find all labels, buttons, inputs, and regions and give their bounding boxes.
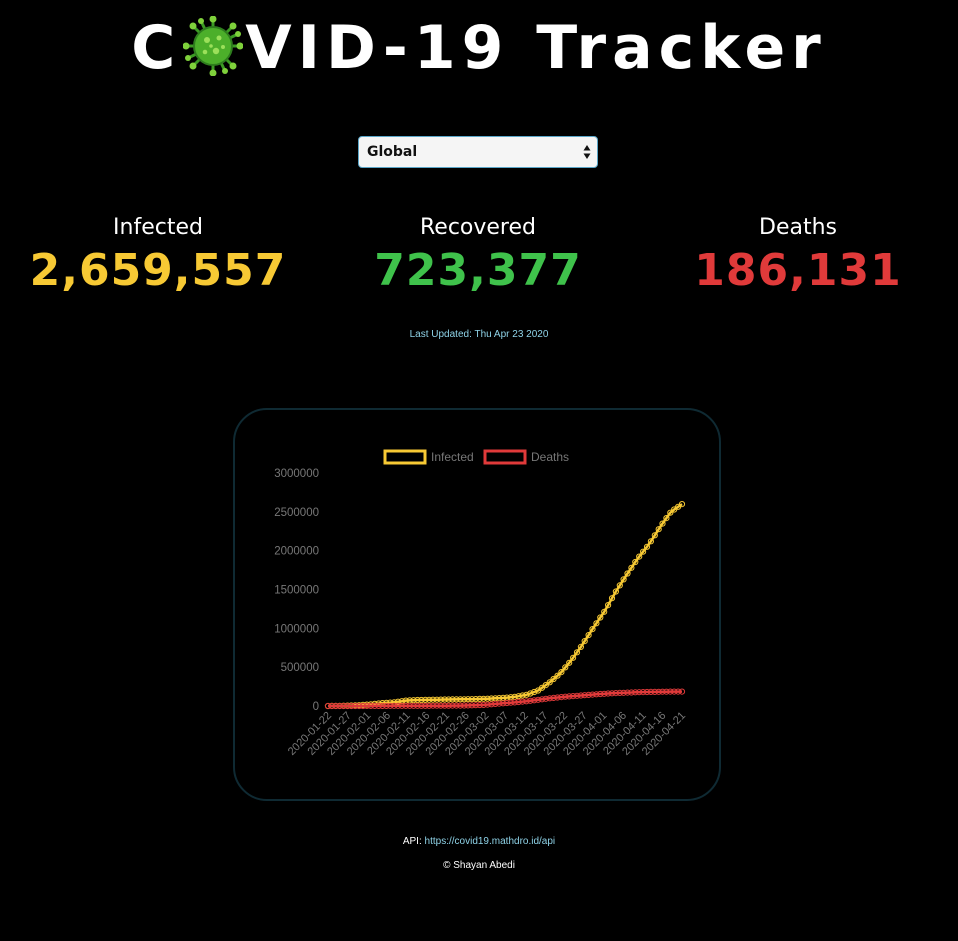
last-updated: Last Updated: Thu Apr 23 2020 [409, 329, 549, 340]
y-tick-label: 500000 [281, 662, 319, 674]
legend-label: Infected [431, 450, 474, 464]
select-arrows-icon [583, 145, 591, 159]
y-tick-label: 0 [313, 701, 319, 713]
deaths-label: Deaths [759, 215, 837, 240]
y-tick-label: 2500000 [274, 507, 319, 519]
recovered-value: 723,377 [374, 245, 582, 296]
footer-api: API: https://covid19.mathdro.id/api [0, 836, 958, 847]
title-suffix: VID-19 Tracker [245, 13, 827, 83]
y-tick-label: 2000000 [274, 546, 319, 558]
chart-legend[interactable]: Infected Deaths [383, 449, 569, 465]
y-tick-label: 1000000 [274, 623, 319, 635]
infected-stat: Infected 2,659,557 [0, 212, 318, 298]
infected-label: Infected [113, 215, 203, 240]
y-tick-label: 1500000 [274, 585, 319, 597]
country-select-value: Global [367, 144, 418, 160]
legend-item-deaths[interactable]: Deaths [483, 449, 569, 465]
infected-value: 2,659,557 [29, 245, 287, 296]
api-link[interactable]: https://covid19.mathdro.id/api [425, 836, 556, 847]
series-line [327, 503, 683, 708]
copyright: © Shayan Abedi [443, 860, 515, 871]
title-prefix: C [131, 13, 182, 83]
deaths-value: 186,131 [694, 245, 902, 296]
page-title: C VID-19 Tracker [0, 8, 958, 88]
legend-swatch [483, 449, 527, 465]
legend-item-infected[interactable]: Infected [383, 449, 474, 465]
line-chart: Infected Deaths 0 500000 1000000 1500000 20000… [274, 449, 688, 758]
deaths-stat: Deaths 186,131 [638, 212, 958, 298]
page: C VID-19 Tracker Global Infected 2,659,5… [0, 0, 958, 941]
country-picker: Global [358, 136, 598, 168]
country-select[interactable]: Global [358, 136, 598, 168]
recovered-label: Recovered [419, 215, 536, 240]
recovered-stat: Recovered 723,377 [318, 212, 638, 298]
virus-icon [183, 16, 244, 76]
y-tick-label: 3000000 [274, 468, 319, 480]
series-infected [324, 501, 686, 710]
api-label: API: [402, 836, 425, 847]
legend-label: Deaths [531, 450, 569, 464]
legend-swatch [383, 449, 427, 465]
